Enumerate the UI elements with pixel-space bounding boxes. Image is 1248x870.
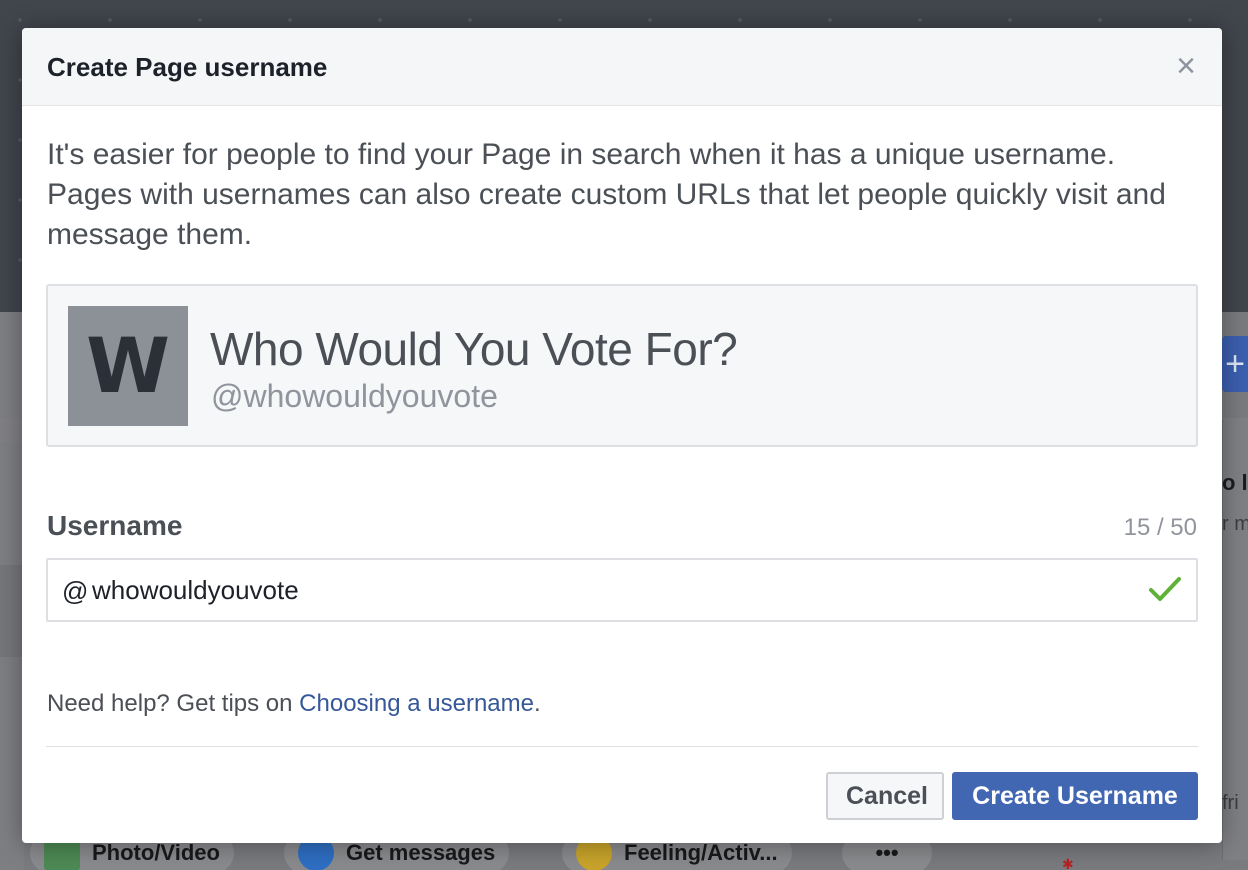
page-avatar: W bbox=[68, 306, 188, 426]
composer-action-label: Feeling/Activ... bbox=[624, 840, 778, 865]
help-prefix: Need help? Get tips on bbox=[47, 690, 300, 717]
create-username-button[interactable]: Create Username bbox=[952, 772, 1198, 820]
checkmark-icon bbox=[1148, 572, 1182, 606]
bg-left-panel bbox=[0, 565, 24, 657]
page-preview: W Who Would You Vote For? @whowouldyouvo… bbox=[46, 284, 1198, 447]
help-suffix: . bbox=[533, 690, 541, 717]
right-heading-fragment: o li bbox=[1222, 470, 1248, 495]
username-input[interactable] bbox=[92, 566, 1092, 614]
preview-handle: @whowouldyouvote bbox=[211, 378, 498, 414]
cancel-button[interactable]: Cancel bbox=[826, 772, 944, 820]
footer-divider bbox=[46, 746, 1198, 747]
intro-text: It's easier for people to find your Page… bbox=[47, 138, 1166, 251]
sticker-icon: ✱ bbox=[1062, 856, 1074, 870]
composer-action-label: Get messages bbox=[346, 840, 496, 865]
create-username-dialog: Create Page username × It's easier for p… bbox=[22, 28, 1222, 843]
add-button[interactable]: + bbox=[1222, 336, 1248, 392]
right-input-fragment: fri bbox=[1222, 792, 1239, 814]
help-text: Need help? Get tips on Choosing a userna… bbox=[47, 690, 541, 718]
dialog-title: Create Page username bbox=[47, 52, 328, 82]
username-label: Username bbox=[47, 510, 183, 541]
username-field[interactable]: @ bbox=[46, 558, 1198, 622]
at-prefix: @ bbox=[62, 576, 89, 606]
preview-page-name: Who Would You Vote For? bbox=[210, 323, 738, 375]
character-count: 15 / 50 bbox=[1123, 514, 1197, 541]
dialog-header: Create Page username × bbox=[22, 28, 1222, 106]
right-subtext-fragment: r m bbox=[1222, 513, 1248, 535]
close-icon[interactable]: × bbox=[1170, 49, 1202, 83]
choosing-username-link[interactable]: Choosing a username bbox=[299, 690, 534, 717]
composer-action-label: Photo/Video bbox=[92, 840, 220, 865]
more-icon: ••• bbox=[875, 840, 899, 865]
